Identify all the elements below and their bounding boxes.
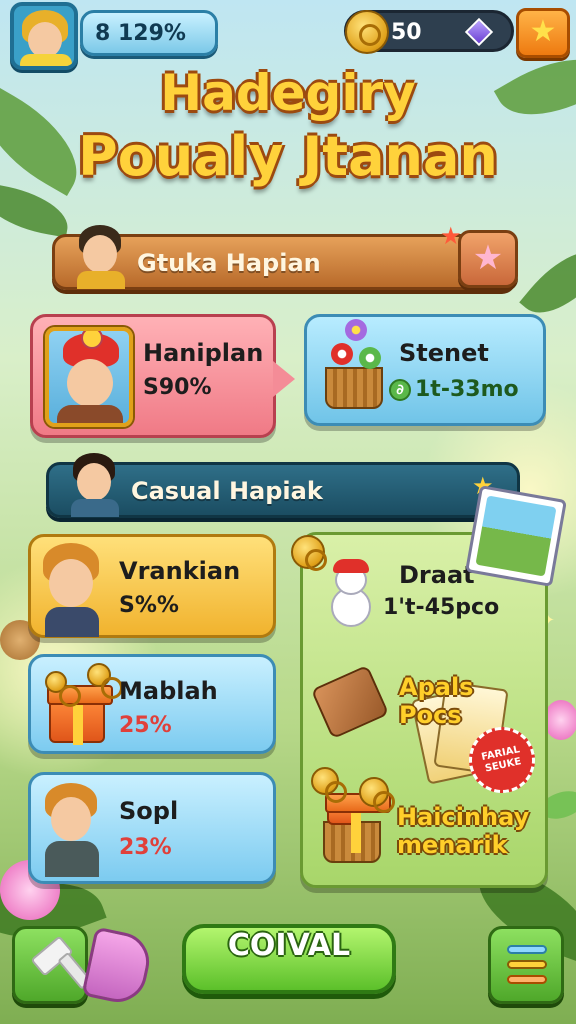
star-icon: ★ [472, 238, 504, 278]
item-value: 23% [119, 835, 172, 860]
title-line-1: Hadegiry [160, 64, 416, 122]
game-title: Hadegiry Poualy Jtanan [0, 62, 576, 190]
wood-icon [310, 664, 390, 740]
coin-icon [87, 663, 123, 699]
flower-icon [544, 700, 576, 740]
menu-button[interactable] [488, 926, 564, 1004]
list-item[interactable]: Mablah 25% [28, 654, 276, 754]
progress-pill: 8 129% [80, 10, 218, 56]
coin-icon [291, 535, 327, 571]
coin-icon [311, 767, 347, 803]
section-banner-2[interactable]: Casual Hapiak [46, 453, 520, 518]
featured-value: S90% [143, 375, 212, 400]
hammer-icon [30, 935, 74, 977]
play-button[interactable]: COIVAL [182, 924, 396, 994]
reward-panel[interactable]: Draat 1't-45pco Apals Pocs FARIAL SEUKE … [291, 532, 548, 888]
coin-icon [359, 777, 395, 813]
item-value: 25% [119, 713, 172, 738]
menu-icon [507, 945, 547, 954]
side-card-name: Stenet [399, 339, 489, 367]
favorites-button[interactable]: ★ [516, 8, 570, 58]
progress-text: 8 129% [95, 21, 186, 46]
item-name: Sopl [119, 797, 179, 825]
side-card-value: 1t-33mo [415, 377, 519, 402]
title-line-2: Poualy Jtanan [78, 125, 498, 188]
list-item[interactable]: Vrankian S%% [28, 534, 276, 638]
promo-text-2: Haicinhay menarik [397, 803, 530, 859]
coin-counter[interactable]: 50 [344, 10, 514, 54]
character-avatar [69, 225, 131, 291]
favorite-button[interactable]: ★ [458, 230, 518, 288]
coin-icon [345, 10, 389, 54]
character-portrait [45, 327, 133, 427]
featured-name: Haniplan [143, 339, 264, 367]
section-1-label: Gtuka Hapian [137, 249, 321, 277]
featured-card[interactable]: Haniplan S90% [30, 314, 295, 438]
list-item[interactable]: Sopl 23% [28, 772, 276, 884]
item-value: S%% [119, 593, 179, 618]
horn-icon [81, 926, 155, 1008]
photo-card-icon [465, 485, 567, 587]
character-avatar [63, 453, 125, 519]
panel-value: 1't-45pco [383, 595, 500, 620]
player-avatar-icon[interactable] [10, 2, 78, 70]
promo-text-1: Apals Pocs [399, 673, 474, 729]
top-bar: 8 129% 50 ★ [0, 0, 576, 70]
panel-name: Draat [399, 561, 475, 589]
section-2-label: Casual Hapiak [131, 477, 323, 505]
clover-icon: ∂ [389, 379, 411, 401]
gem-icon [464, 17, 494, 47]
item-name: Mablah [119, 677, 218, 705]
star-icon: ★ [529, 14, 557, 49]
coin-icon [45, 671, 81, 707]
snowman-icon [323, 557, 377, 631]
side-card[interactable]: Stenet ∂ 1t-33mo [304, 314, 546, 426]
item-name: Vrankian [119, 557, 241, 585]
coin-count: 50 [391, 20, 422, 45]
tools-button[interactable] [12, 926, 88, 1004]
